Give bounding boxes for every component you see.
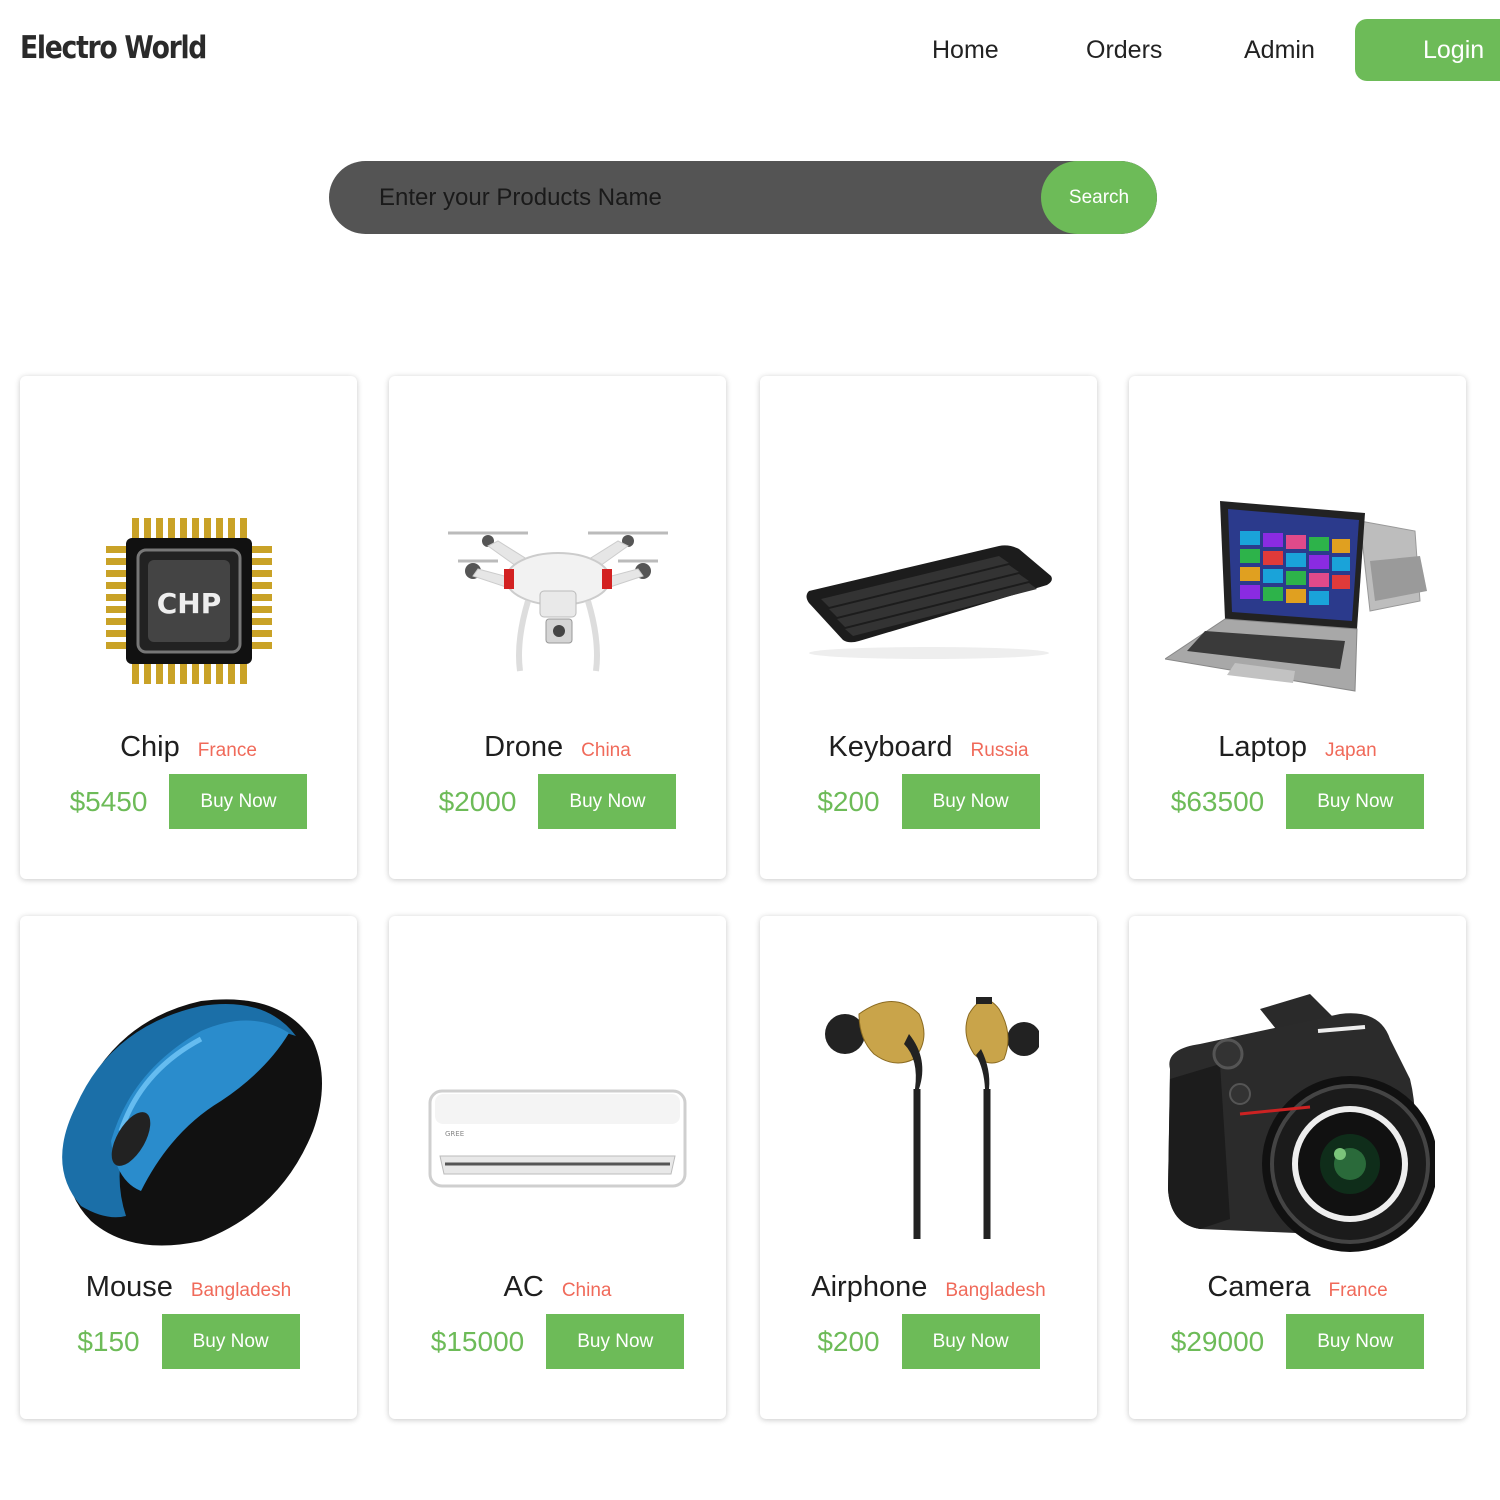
product-price: $200: [817, 1325, 880, 1357]
product-name-row: Camera France: [1129, 1271, 1466, 1304]
ac-image: GREE: [419, 996, 696, 1286]
product-origin: France: [1328, 1280, 1388, 1301]
product-name: Drone: [484, 731, 564, 763]
product-card-ac: GREE AC China $15000 Buy Now: [389, 916, 726, 1419]
product-name: Airphone: [811, 1271, 928, 1303]
product-price: $15000: [430, 1325, 525, 1357]
keyboard-image: [790, 456, 1067, 746]
buy-now-button[interactable]: Buy Now: [546, 1314, 685, 1369]
product-name-row: Chip France: [20, 731, 357, 764]
product-name-row: Drone China: [389, 731, 726, 764]
nav-orders[interactable]: Orders: [1086, 36, 1162, 65]
product-price: $29000: [1170, 1325, 1265, 1357]
product-card-mouse: Mouse Bangladesh $150 Buy Now: [20, 916, 357, 1419]
product-origin: Russia: [970, 740, 1029, 761]
product-card-drone: Drone China $2000 Buy Now: [389, 376, 726, 879]
product-card-camera: Camera France $29000 Buy Now: [1129, 916, 1466, 1419]
product-price-row: $63500 Buy Now: [1129, 774, 1466, 829]
nav-admin[interactable]: Admin: [1244, 36, 1315, 65]
product-price-row: $200 Buy Now: [760, 774, 1097, 829]
svg-text:CHP: CHP: [156, 587, 221, 620]
buy-now-button[interactable]: Buy Now: [161, 1314, 300, 1369]
buy-now-button[interactable]: Buy Now: [901, 774, 1040, 829]
product-name: Chip: [120, 731, 180, 763]
drone-image: [419, 456, 696, 746]
product-name-row: Laptop Japan: [1129, 731, 1466, 764]
product-price: $2000: [438, 785, 517, 817]
buy-now-button[interactable]: Buy Now: [1286, 1314, 1425, 1369]
camera-image: [1159, 986, 1436, 1256]
buy-now-button[interactable]: Buy Now: [169, 774, 308, 829]
product-origin: France: [197, 740, 257, 761]
earphone-image: [790, 986, 1067, 1246]
product-name-row: AC China: [389, 1271, 726, 1304]
product-name-row: Mouse Bangladesh: [20, 1271, 357, 1304]
product-name-row: Airphone Bangladesh: [760, 1271, 1097, 1304]
product-origin: China: [561, 1280, 612, 1301]
search-button[interactable]: Search: [1041, 161, 1157, 234]
product-price-row: $200 Buy Now: [760, 1314, 1097, 1369]
product-origin: China: [581, 740, 631, 761]
search-bar: Search: [329, 161, 1157, 234]
product-card-keyboard: Keyboard Russia $200 Buy Now: [760, 376, 1097, 879]
buy-now-button[interactable]: Buy Now: [1286, 774, 1425, 829]
header: Electro World Home Orders Admin Login: [0, 0, 1500, 110]
laptop-image: [1159, 456, 1436, 746]
product-name-row: Keyboard Russia: [760, 731, 1097, 764]
product-name: Laptop: [1218, 731, 1307, 763]
mouse-image: [40, 976, 337, 1266]
product-price: $63500: [1170, 785, 1265, 817]
product-name: AC: [503, 1271, 544, 1303]
product-card-airphone: Airphone Bangladesh $200 Buy Now: [760, 916, 1097, 1419]
site-logo[interactable]: Electro World: [20, 30, 207, 66]
product-price: $200: [817, 785, 880, 817]
product-name: Mouse: [85, 1271, 173, 1303]
product-origin: Bangladesh: [190, 1280, 292, 1301]
buy-now-button[interactable]: Buy Now: [901, 1314, 1040, 1369]
product-card-chip: CHP Chip France $5450 Buy Now: [20, 376, 357, 879]
nav-home[interactable]: Home: [932, 36, 999, 65]
product-price-row: $2000 Buy Now: [389, 774, 726, 829]
login-button[interactable]: Login: [1355, 19, 1500, 81]
buy-now-button[interactable]: Buy Now: [538, 774, 677, 829]
product-card-laptop: Laptop Japan $63500 Buy Now: [1129, 376, 1466, 879]
svg-text:GREE: GREE: [445, 1130, 464, 1138]
search-input[interactable]: [329, 161, 1041, 234]
product-price: $150: [77, 1325, 140, 1357]
product-price-row: $150 Buy Now: [20, 1314, 357, 1369]
product-price-row: $29000 Buy Now: [1129, 1314, 1466, 1369]
product-name: Keyboard: [828, 731, 953, 763]
product-price-row: $5450 Buy Now: [20, 774, 357, 829]
product-origin: Japan: [1324, 740, 1377, 761]
product-origin: Bangladesh: [945, 1280, 1046, 1301]
chip-image: CHP: [50, 456, 327, 746]
product-price-row: $15000 Buy Now: [389, 1314, 726, 1369]
product-name: Camera: [1207, 1271, 1311, 1303]
product-price: $5450: [69, 785, 148, 817]
